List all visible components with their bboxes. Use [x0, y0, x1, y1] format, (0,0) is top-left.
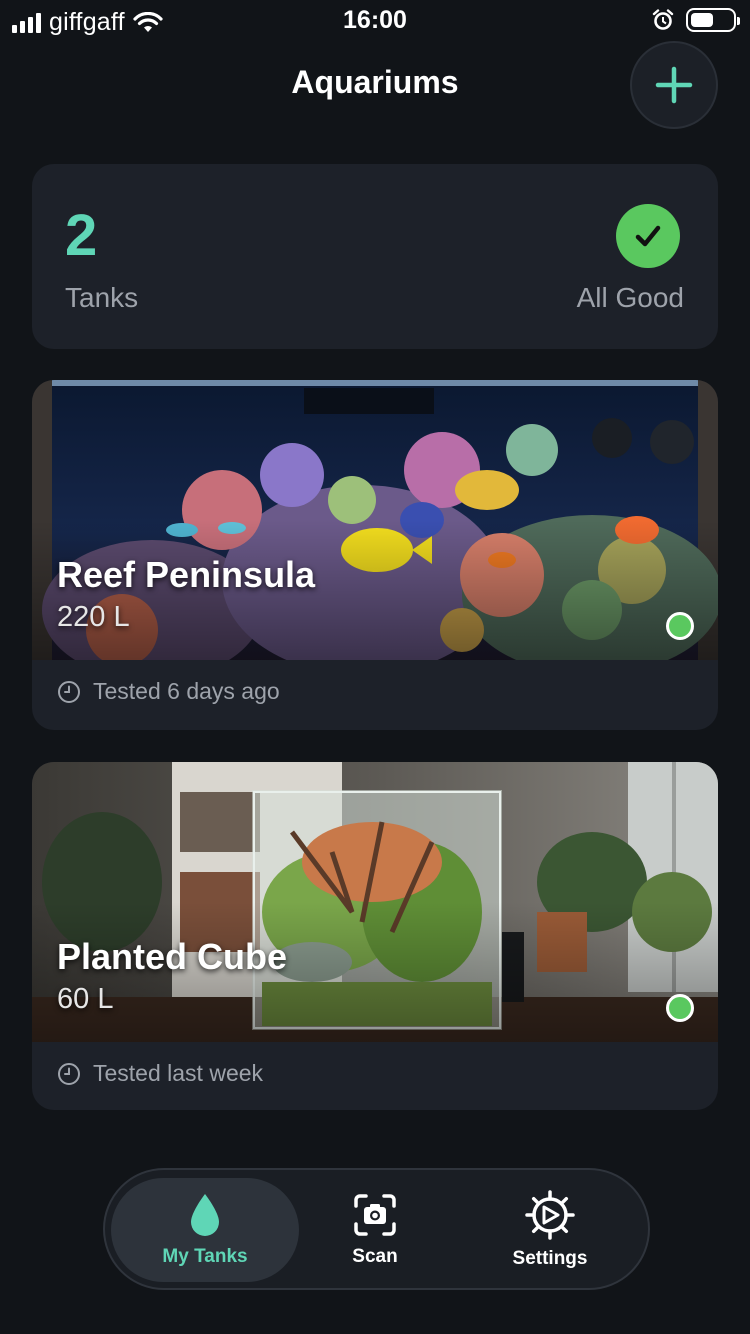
- tank-status-indicator: [666, 994, 694, 1022]
- status-right: [652, 8, 740, 32]
- camera-scan-icon: [354, 1194, 396, 1236]
- clock-icon: [58, 1062, 80, 1085]
- tab-label: My Tanks: [162, 1246, 248, 1267]
- tab-settings[interactable]: Settings: [475, 1178, 625, 1282]
- add-tank-button[interactable]: [630, 41, 718, 129]
- tab-label: Settings: [512, 1248, 588, 1269]
- tab-label: Scan: [352, 1246, 398, 1267]
- clock-icon: [58, 680, 80, 703]
- status-time: 16:00: [343, 6, 407, 34]
- tank-name: Reef Peninsula: [57, 554, 316, 595]
- last-tested-text: Tested last week: [93, 1060, 264, 1086]
- bottom-tab-bar: My Tanks Scan Settings: [103, 1168, 650, 1290]
- last-tested-row: Tested last week: [57, 1060, 263, 1087]
- tab-scan[interactable]: Scan: [305, 1178, 445, 1282]
- last-tested-text: Tested 6 days ago: [93, 678, 280, 704]
- status-bar: giffgaff 16:00: [0, 0, 750, 40]
- tank-volume: 220 L: [57, 601, 130, 633]
- tank-count: 2: [65, 203, 98, 268]
- checkmark-icon: [616, 204, 680, 268]
- plus-icon: [655, 66, 693, 104]
- gear-icon: [525, 1190, 575, 1240]
- tank-photo: [32, 380, 718, 660]
- alarm-icon: [652, 9, 674, 30]
- tank-name: Planted Cube: [57, 936, 288, 977]
- tab-my-tanks[interactable]: My Tanks: [111, 1178, 299, 1282]
- tank-count-label: Tanks: [65, 282, 139, 313]
- summary-card: 2 Tanks All Good: [32, 164, 718, 349]
- tank-card-reef-peninsula[interactable]: Reef Peninsula 220 L Tested 6 days ago: [32, 380, 718, 730]
- last-tested-row: Tested 6 days ago: [57, 678, 280, 705]
- tank-volume: 60 L: [57, 983, 114, 1015]
- tank-card-planted-cube[interactable]: Planted Cube 60 L Tested last week: [32, 762, 718, 1110]
- tank-photo: [32, 762, 718, 1042]
- tank-status-indicator: [666, 612, 694, 640]
- overall-status-text: All Good: [576, 282, 684, 313]
- battery-icon: [686, 8, 740, 32]
- water-drop-icon: [191, 1194, 219, 1236]
